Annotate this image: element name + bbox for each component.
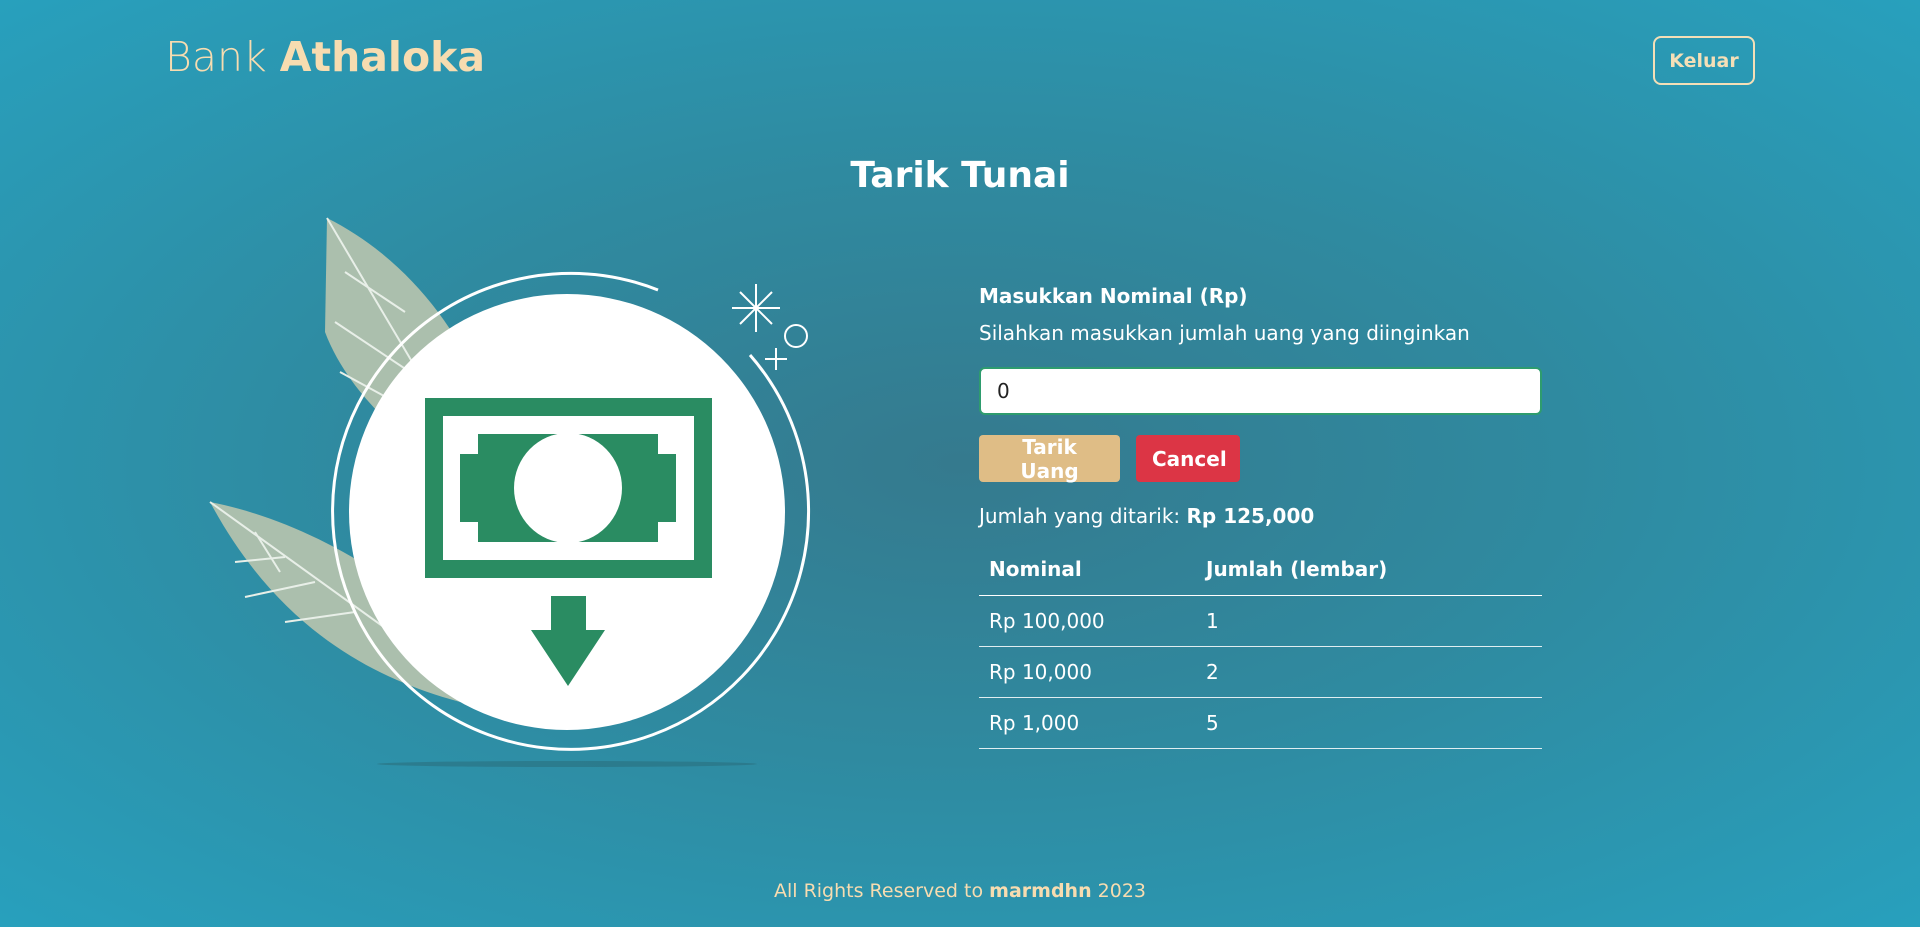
brand-prefix: Bank [165,33,267,81]
logout-button[interactable]: Keluar [1653,36,1755,85]
cash-withdrawal-icon [209,217,811,767]
top-navbar: Bank Athaloka Keluar [0,0,1920,120]
cell-count: 1 [1196,595,1542,647]
footer-author: marmdhn [989,880,1092,902]
nominal-label: Masukkan Nominal (Rp) [979,284,1248,308]
cancel-button[interactable]: Cancel [1136,435,1240,482]
footer-prefix: All Rights Reserved to [773,880,984,902]
cell-count: 5 [1196,697,1542,749]
withdrawn-summary: Jumlah yang ditarik: Rp 125,000 [979,504,1542,528]
nominal-hint: Silahkan masukkan jumlah uang yang diing… [979,321,1470,345]
column-header-count: Jumlah (lembar) [1196,544,1542,596]
withdraw-form: Masukkan Nominal (Rp) Silahkan masukkan … [979,284,1542,749]
brand-name: Athaloka [279,33,486,81]
footer: All Rights Reserved to marmdhn 2023 [0,880,1920,902]
brand-logo[interactable]: Bank Athaloka [165,33,485,81]
column-header-nominal: Nominal [979,544,1196,596]
withdraw-button[interactable]: Tarik Uang [979,435,1120,483]
nominal-input[interactable] [979,367,1542,415]
cell-nominal: Rp 100,000 [979,595,1196,647]
cash-withdrawal-illustration [195,212,835,792]
table-row: Rp 10,000 2 [979,646,1542,698]
table-row: Rp 100,000 1 [979,595,1542,647]
table-row: Rp 1,000 5 [979,697,1542,749]
denomination-table: Nominal Jumlah (lembar) Rp 100,000 1 Rp … [979,544,1542,749]
table-header-row: Nominal Jumlah (lembar) [979,544,1542,596]
page-title: Tarik Tunai [850,155,1070,196]
sparkle-icon [732,284,808,370]
footer-year: 2023 [1097,880,1147,902]
cell-nominal: Rp 10,000 [979,646,1196,698]
withdrawn-label: Jumlah yang ditarik: [979,504,1181,528]
button-row: Tarik Uang Cancel [979,435,1542,483]
cell-count: 2 [1196,646,1542,698]
cell-nominal: Rp 1,000 [979,697,1196,749]
withdrawn-amount: Rp 125,000 [1186,504,1315,528]
